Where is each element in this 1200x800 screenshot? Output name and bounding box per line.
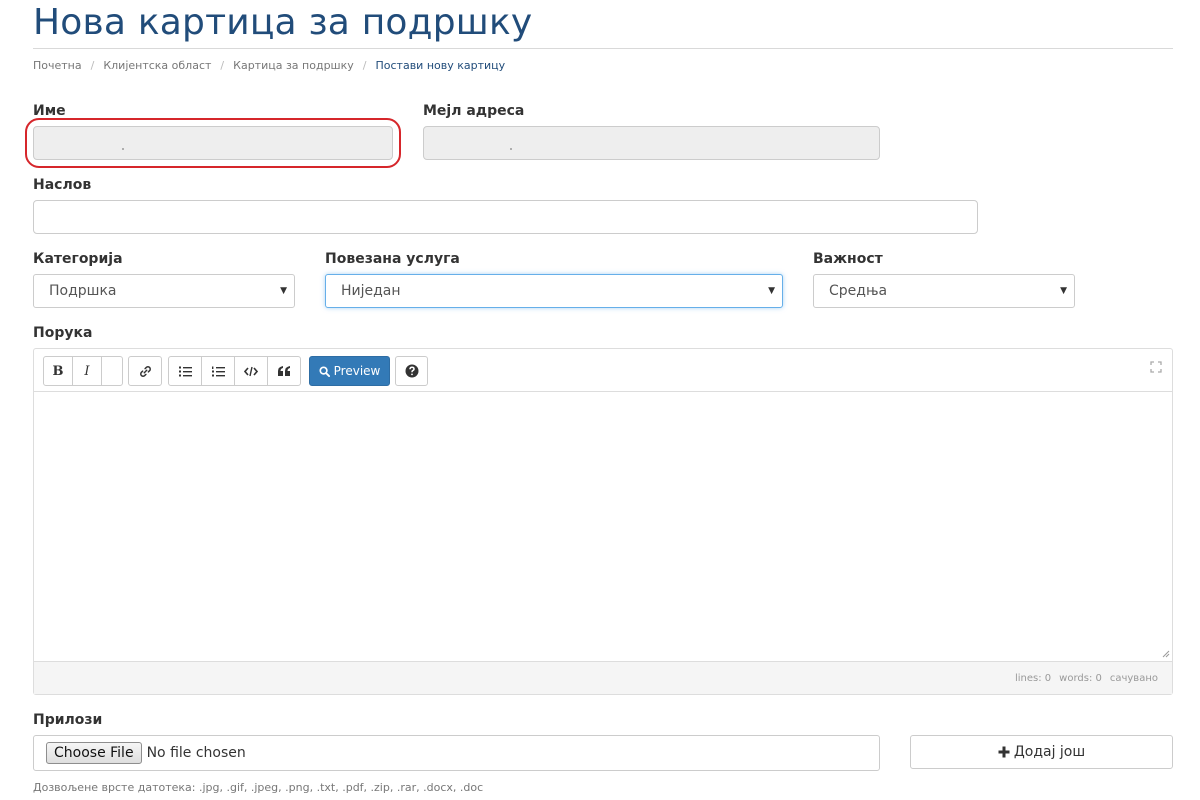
plus-icon — [998, 746, 1010, 758]
italic-button[interactable]: I — [72, 356, 102, 386]
file-status: No file chosen — [146, 745, 246, 761]
help-button[interactable] — [395, 356, 428, 386]
add-more-label: Додај још — [1013, 744, 1086, 760]
name-field-dot — [122, 148, 124, 150]
search-icon — [319, 365, 330, 377]
breadcrumb-item-client-area[interactable]: Клијентска област — [103, 59, 211, 72]
email-label: Мејл адреса — [423, 103, 525, 119]
breadcrumb-separator: / — [362, 59, 367, 72]
category-select[interactable]: Подршка ▼ — [33, 274, 295, 308]
link-icon — [139, 365, 151, 377]
format-button-spacer[interactable] — [101, 356, 123, 386]
quote-button[interactable] — [267, 356, 301, 386]
related-service-label: Повезана услуга — [325, 251, 460, 267]
block-button-group — [168, 356, 301, 386]
breadcrumb-item-support-ticket[interactable]: Картица за подршку — [233, 59, 354, 72]
format-button-group: B I — [43, 356, 123, 386]
ordered-list-button[interactable] — [201, 356, 235, 386]
subject-input[interactable] — [33, 200, 978, 234]
help-button-group — [395, 356, 428, 386]
bold-button[interactable]: B — [43, 356, 73, 386]
breadcrumb-item-current: Постави нову картицу — [375, 59, 506, 72]
email-input[interactable] — [423, 126, 880, 160]
caret-down-icon: ▼ — [280, 286, 287, 296]
code-icon — [244, 366, 258, 376]
list-ol-icon — [211, 366, 225, 376]
choose-file-button[interactable]: Choose File — [46, 742, 142, 764]
resize-handle-icon[interactable] — [1162, 650, 1170, 658]
title-divider — [33, 48, 1173, 49]
message-textarea[interactable] — [34, 392, 1172, 662]
unordered-list-button[interactable] — [168, 356, 202, 386]
caret-down-icon: ▼ — [768, 286, 775, 296]
related-service-select[interactable]: Ниједан ▼ — [325, 274, 783, 308]
priority-select[interactable]: Средња ▼ — [813, 274, 1075, 308]
subject-label: Наслов — [33, 177, 92, 193]
code-button[interactable] — [234, 356, 268, 386]
allowed-file-types: Дозвољене врсте датотека: .jpg, .gif, .j… — [33, 781, 484, 794]
breadcrumb-separator: / — [220, 59, 225, 72]
priority-select-value: Средња — [829, 283, 888, 299]
category-label: Категорија — [33, 251, 123, 267]
editor-statusbar: lines: 0 words: 0 сачувано — [34, 661, 1172, 694]
link-button[interactable] — [128, 356, 162, 386]
priority-label: Важност — [813, 251, 883, 267]
breadcrumb: Почетна / Клијентска област / Картица за… — [33, 59, 505, 72]
status-saved: сачувано — [1109, 672, 1158, 684]
add-more-button[interactable]: Додај још — [910, 735, 1173, 769]
name-input[interactable] — [33, 126, 393, 160]
link-button-group — [128, 356, 162, 386]
status-lines: lines: 0 — [1014, 672, 1052, 684]
preview-button-label: Preview — [333, 364, 381, 378]
status-words: words: 0 — [1059, 672, 1102, 684]
list-ul-icon — [178, 366, 192, 376]
markdown-editor: B I Preview lines: 0 words: 0 сачувано — [33, 348, 1173, 695]
breadcrumb-separator: / — [90, 59, 95, 72]
email-field-dot — [510, 148, 512, 150]
related-service-select-value: Ниједан — [341, 283, 401, 299]
preview-button[interactable]: Preview — [309, 356, 390, 386]
fullscreen-icon[interactable] — [1150, 361, 1162, 373]
breadcrumb-item-home[interactable]: Почетна — [33, 59, 82, 72]
question-circle-icon — [405, 364, 418, 378]
category-select-value: Подршка — [49, 283, 117, 299]
attachments-label: Прилози — [33, 712, 103, 728]
editor-toolbar: B I Preview — [34, 349, 1172, 392]
file-input[interactable]: Choose File No file chosen — [33, 735, 880, 771]
name-label: Име — [33, 103, 66, 119]
caret-down-icon: ▼ — [1060, 286, 1067, 296]
page-title: Нова картица за подршку — [33, 2, 533, 43]
message-label: Порука — [33, 325, 93, 341]
quote-icon — [277, 365, 290, 376]
